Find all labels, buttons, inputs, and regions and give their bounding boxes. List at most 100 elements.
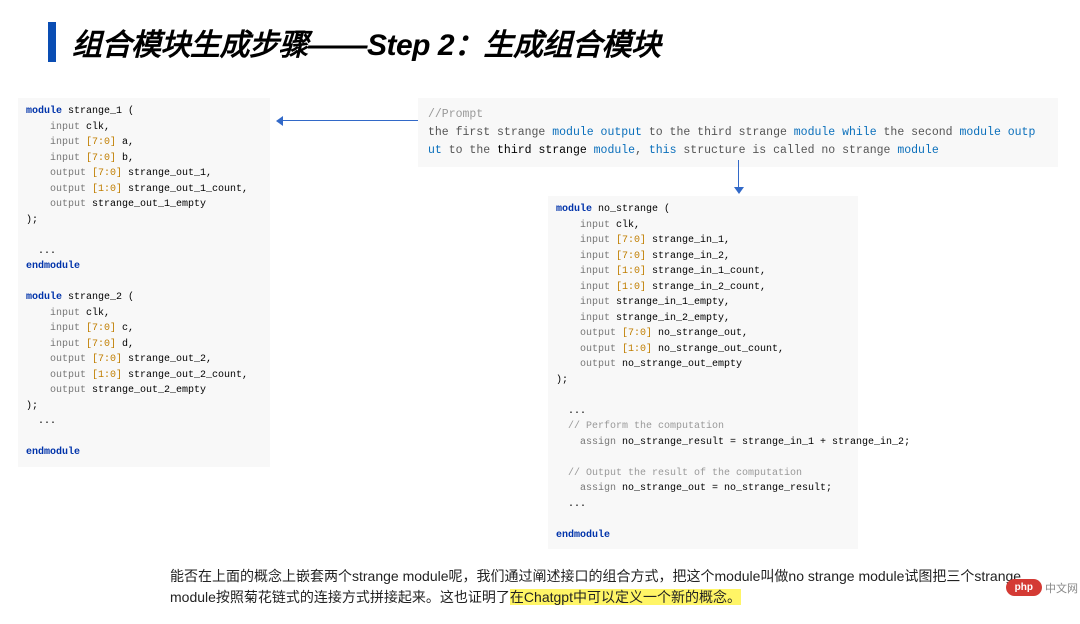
- prompt-text: the second: [877, 126, 960, 139]
- slide-content: module strange_1 ( input clk, input [7:0…: [18, 98, 1068, 604]
- code-token: [1:0]: [92, 370, 122, 381]
- code-token: input: [26, 323, 86, 334]
- prompt-text: this: [649, 144, 677, 157]
- code-token: output: [26, 354, 92, 365]
- arrow-down-icon: [738, 160, 739, 192]
- code-token: // Perform the computation: [556, 421, 724, 432]
- code-token: endmodule: [26, 447, 80, 458]
- code-token: module: [556, 204, 592, 215]
- code-token: [1:0]: [92, 184, 122, 195]
- code-token: [26, 230, 32, 241]
- prompt-text: module: [587, 144, 635, 157]
- code-token: output: [556, 344, 622, 355]
- code-token: // Output the result of the computation: [556, 468, 802, 479]
- code-token: strange_out_1,: [122, 168, 212, 179]
- code-token: [26, 277, 32, 288]
- code-token: input: [556, 266, 616, 277]
- code-token: strange_out_1_count,: [122, 184, 248, 195]
- code-token: no_strange_out,: [652, 328, 748, 339]
- code-token: input: [26, 308, 80, 319]
- code-token: assign: [556, 437, 616, 448]
- code-token: strange_in_1_empty,: [610, 297, 730, 308]
- code-token: ...: [26, 416, 56, 427]
- code-token: );: [26, 401, 38, 412]
- code-token: input: [26, 153, 86, 164]
- code-token: output: [26, 184, 92, 195]
- prompt-text: structure is called no strange: [676, 144, 897, 157]
- code-token: strange_2 (: [62, 292, 134, 303]
- code-token: [7:0]: [92, 354, 122, 365]
- prompt-block: //Promptthe first strange module output …: [418, 98, 1058, 167]
- prompt-text: ,: [635, 144, 649, 157]
- accent-bar: [48, 22, 56, 62]
- code-token: [556, 390, 562, 401]
- code-token: endmodule: [26, 261, 80, 272]
- code-token: output: [26, 385, 86, 396]
- code-token: no_strange_out = no_strange_result;: [616, 483, 832, 494]
- code-token: input: [556, 251, 616, 262]
- code-token: [7:0]: [616, 235, 646, 246]
- code-token: strange_out_2_count,: [122, 370, 248, 381]
- code-token: endmodule: [556, 530, 610, 541]
- code-token: strange_out_1_empty: [86, 199, 206, 210]
- watermark-logo: php 中文网: [1006, 579, 1078, 596]
- code-token: ...: [556, 499, 586, 510]
- code-token: no_strange (: [592, 204, 670, 215]
- code-token: output: [556, 359, 616, 370]
- code-token: );: [556, 375, 568, 386]
- prompt-text: to the: [442, 144, 497, 157]
- prompt-text: ut: [428, 144, 442, 157]
- code-token: strange_1 (: [62, 106, 134, 117]
- code-token: ...: [556, 406, 586, 417]
- code-token: output: [556, 328, 622, 339]
- code-token: [26, 432, 32, 443]
- code-token: d,: [116, 339, 134, 350]
- code-token: b,: [116, 153, 134, 164]
- code-token: no_strange_result = strange_in_1 + stran…: [616, 437, 910, 448]
- prompt-text: module while: [794, 126, 877, 139]
- slide-title: 组合模块生成步骤——Step 2：生成组合模块: [72, 20, 661, 64]
- prompt-text: the first strange: [428, 126, 552, 139]
- code-token: strange_in_2,: [646, 251, 730, 262]
- code-token: );: [26, 215, 38, 226]
- slide-header: 组合模块生成步骤——Step 2：生成组合模块: [0, 0, 1080, 64]
- code-token: strange_out_2,: [122, 354, 212, 365]
- code-token: no_strange_out_empty: [616, 359, 742, 370]
- code-token: input: [556, 235, 616, 246]
- code-token: [7:0]: [92, 168, 122, 179]
- code-token: assign: [556, 483, 616, 494]
- code-token: clk,: [610, 220, 640, 231]
- code-token: ...: [26, 246, 56, 257]
- code-token: input: [556, 220, 610, 231]
- prompt-text: module: [897, 144, 938, 157]
- logo-badge: php: [1006, 579, 1042, 596]
- code-token: [7:0]: [86, 153, 116, 164]
- code-token: input: [556, 297, 610, 308]
- code-token: strange_out_2_empty: [86, 385, 206, 396]
- prompt-comment: //Prompt: [428, 108, 483, 121]
- code-token: no_strange_out_count,: [652, 344, 784, 355]
- prompt-text: to the third strange: [642, 126, 794, 139]
- prompt-text: module outp: [959, 126, 1035, 139]
- code-block-right: module no_strange ( input clk, input [7:…: [548, 196, 858, 549]
- code-token: [1:0]: [616, 266, 646, 277]
- code-token: [7:0]: [86, 323, 116, 334]
- code-token: output: [26, 199, 86, 210]
- code-token: [7:0]: [86, 339, 116, 350]
- code-token: clk,: [80, 122, 110, 133]
- code-token: module: [26, 106, 62, 117]
- prompt-text: module output: [552, 126, 642, 139]
- code-token: output: [26, 168, 92, 179]
- code-token: [1:0]: [616, 282, 646, 293]
- code-token: c,: [116, 323, 134, 334]
- code-token: [7:0]: [86, 137, 116, 148]
- code-token: strange_in_2_count,: [646, 282, 766, 293]
- code-token: [7:0]: [622, 328, 652, 339]
- paragraph-highlight: 在Chatgpt中可以定义一个新的概念。: [510, 589, 741, 605]
- code-token: input: [556, 282, 616, 293]
- code-token: module: [26, 292, 62, 303]
- code-token: [7:0]: [616, 251, 646, 262]
- prompt-text: third strange: [497, 144, 587, 157]
- code-token: strange_in_1,: [646, 235, 730, 246]
- arrow-left-icon: [278, 120, 418, 121]
